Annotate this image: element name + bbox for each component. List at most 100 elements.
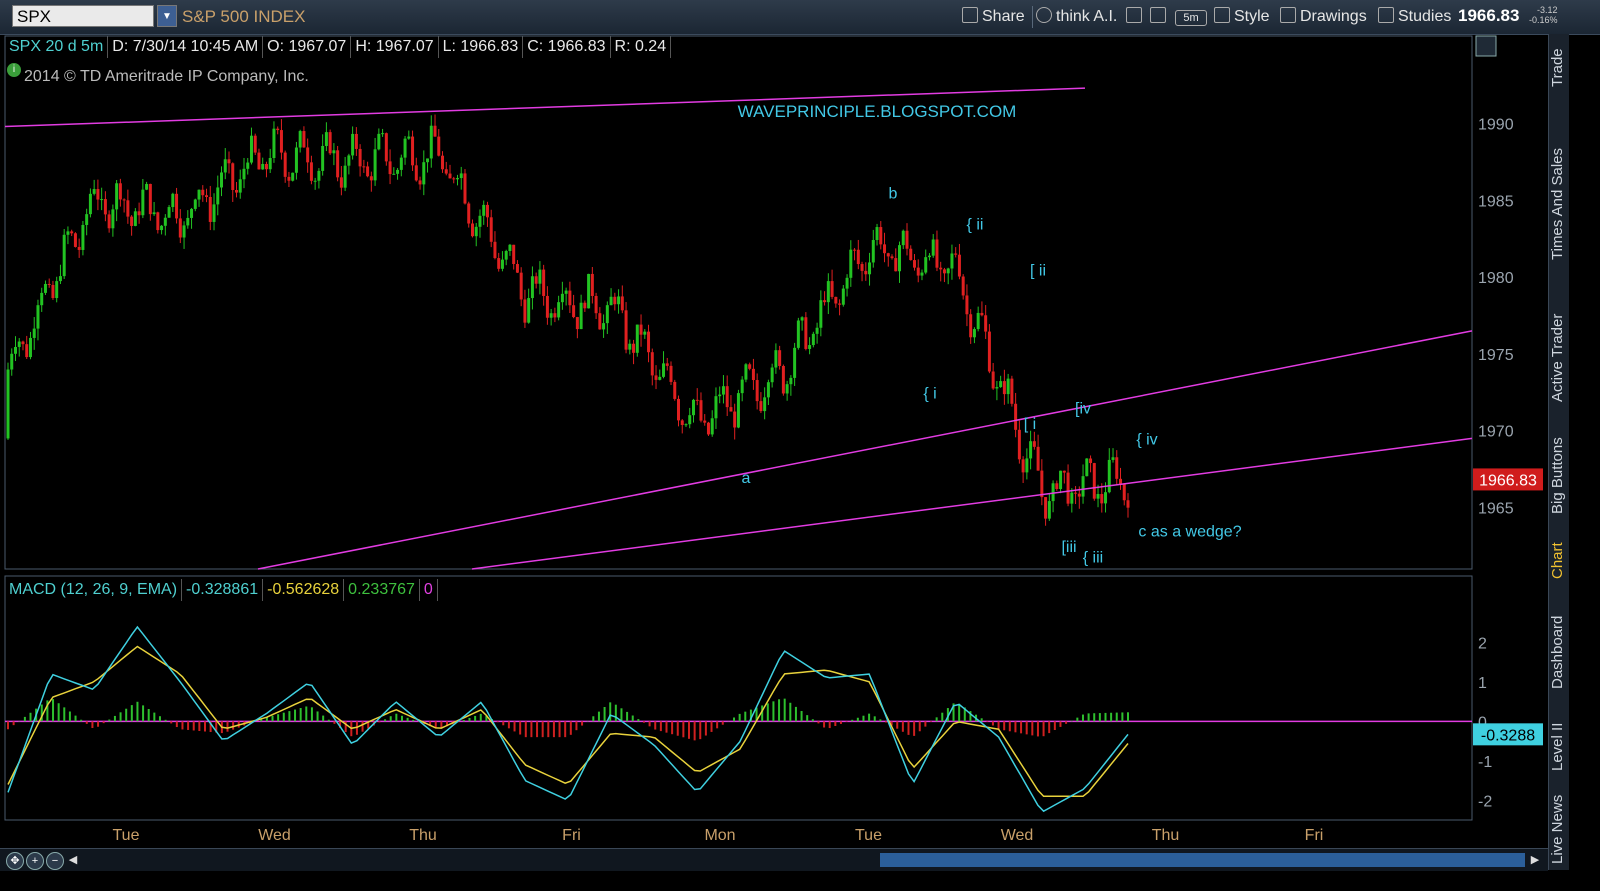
wave-label: { iv: [1136, 431, 1157, 448]
candle-body: [396, 169, 400, 174]
candle-body: [212, 204, 216, 222]
candle-body: [1070, 492, 1074, 504]
candle-body: [283, 152, 287, 177]
candle-body: [339, 177, 343, 188]
candle-body: [28, 337, 32, 358]
time-tick-label: Tue: [113, 827, 140, 844]
candle-body: [879, 227, 883, 245]
time-tick-label: Tue: [855, 827, 882, 844]
candle-body: [459, 173, 463, 179]
candle-body: [553, 313, 557, 318]
candle-body: [493, 241, 497, 259]
candle-body: [834, 296, 838, 304]
candle-body: [313, 180, 317, 182]
candle-body: [463, 173, 467, 204]
wave-label: [iv: [1075, 401, 1091, 418]
candle-body: [665, 363, 669, 366]
candle-body: [70, 231, 74, 234]
candle-body: [733, 411, 737, 428]
bottom-scroll-bar: ✥ + − ◀ ▶: [0, 848, 1548, 871]
candle-body: [444, 169, 448, 174]
candle-body: [133, 211, 137, 226]
candle-body: [17, 341, 21, 347]
candle-body: [332, 150, 336, 154]
candle-body: [1085, 458, 1089, 477]
candle-body: [587, 273, 591, 309]
candle-body: [710, 418, 714, 435]
candle-body: [156, 212, 160, 231]
chart-canvas[interactable]: 1990 1985 1980 1975 1970 1965 Tue Wed Thu Fri Mon T…: [0, 0, 1548, 848]
scroll-right-icon[interactable]: ▶: [1528, 853, 1542, 867]
candle-body: [1081, 476, 1085, 497]
candle-body: [437, 136, 441, 156]
tab-live-news[interactable]: Live News: [1549, 790, 1569, 868]
candle-body: [969, 314, 973, 338]
candle-body: [1040, 470, 1044, 498]
candle-body: [856, 249, 860, 265]
tab-times-and-sales[interactable]: Times And Sales: [1549, 120, 1569, 288]
candle-body: [418, 180, 422, 185]
candle-body: [965, 295, 969, 315]
candle-body: [220, 172, 224, 188]
tab-trade[interactable]: Trade: [1549, 38, 1569, 98]
candle-body: [1032, 441, 1036, 447]
candle-body: [216, 187, 220, 205]
scroll-left-icon[interactable]: ◀: [66, 853, 80, 867]
candle-body: [838, 303, 842, 305]
candle-body: [972, 329, 976, 338]
candle-body: [590, 273, 594, 296]
candle-body: [152, 212, 156, 215]
candle-body: [21, 341, 25, 345]
candle-body: [403, 138, 407, 158]
candle-body: [193, 199, 197, 209]
candle-body: [718, 394, 722, 397]
zoom-in-icon[interactable]: +: [26, 852, 44, 870]
tab-chart[interactable]: Chart: [1549, 536, 1569, 586]
candle-body: [512, 244, 516, 265]
candle-body: [242, 168, 246, 180]
candle-body: [650, 352, 654, 376]
candle-body: [957, 254, 961, 277]
candle-body: [148, 183, 152, 215]
candle-body: [905, 230, 909, 249]
candle-body: [860, 264, 864, 271]
candle-body: [107, 214, 111, 229]
candle-body: [343, 165, 347, 188]
tab-big-buttons[interactable]: Big Buttons: [1549, 428, 1569, 524]
wave-label: [ i: [1024, 416, 1036, 433]
candle-body: [426, 158, 430, 163]
tab-active-trader[interactable]: Active Trader: [1549, 300, 1569, 416]
zoom-out-icon[interactable]: −: [46, 852, 64, 870]
candle-body: [358, 148, 362, 167]
candle-body: [388, 161, 392, 175]
tab-level-ii[interactable]: Level II: [1549, 714, 1569, 780]
candle-body: [763, 397, 767, 412]
candle-body: [66, 231, 70, 235]
candle-body: [961, 276, 965, 296]
current-price-label: 1966.83: [1479, 472, 1537, 489]
time-tick-label: Mon: [704, 827, 735, 844]
scroll-thumb[interactable]: [880, 853, 1525, 867]
candle-body: [182, 225, 186, 238]
candle-body: [1059, 470, 1063, 490]
pan-icon[interactable]: ✥: [6, 852, 24, 870]
candle-body: [898, 245, 902, 272]
candle-body: [703, 420, 707, 423]
candle-body: [422, 162, 426, 185]
candle-body: [1036, 446, 1040, 471]
candle-body: [369, 176, 373, 181]
candle-body: [1055, 483, 1059, 490]
candle-body: [186, 217, 190, 226]
candle-body: [276, 128, 280, 131]
candle-body: [470, 223, 474, 237]
candle-body: [901, 230, 905, 246]
candle-body: [564, 290, 568, 294]
candle-body: [478, 215, 482, 227]
tab-dashboard[interactable]: Dashboard: [1549, 600, 1569, 704]
candle-body: [706, 422, 710, 435]
candle-body: [1044, 497, 1048, 519]
candle-body: [1107, 459, 1111, 493]
candle-body: [111, 209, 115, 229]
candle-body: [264, 163, 268, 170]
candle-body: [10, 353, 14, 370]
